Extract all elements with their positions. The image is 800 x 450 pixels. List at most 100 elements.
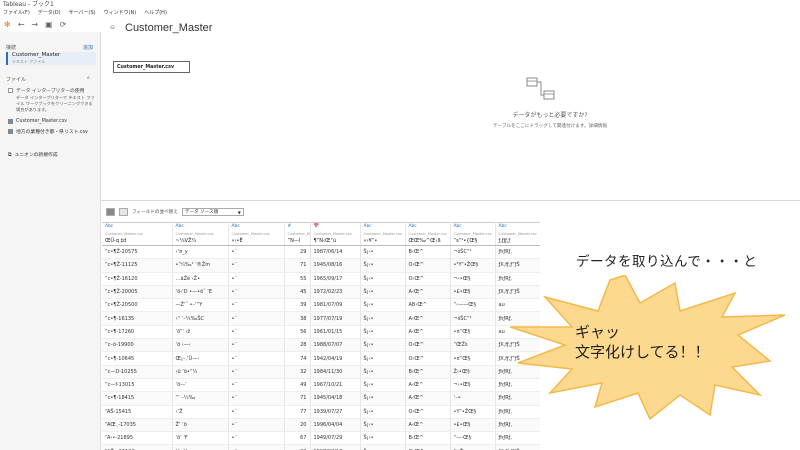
table-cell: 71 bbox=[284, 391, 311, 406]
table-cell: ¬šŠC“¹ bbox=[450, 311, 496, 326]
table-cell: •£•Œ§ bbox=[450, 418, 496, 433]
search-icon[interactable]: ⌕ bbox=[87, 75, 90, 81]
table-pill[interactable]: Customer_Master.csv bbox=[113, 61, 190, 73]
menu-bar: ファイル(F) データ(D) サーバー(S) ウィンドウ(N) ヘルプ(H) bbox=[0, 9, 800, 18]
table-cell: 67 bbox=[284, 431, 311, 446]
sort-fields-select[interactable]: データ ソース順 ▼ bbox=[181, 208, 244, 216]
table-cell: “c•¶-18415 bbox=[102, 391, 173, 406]
table-row: “c•¶-10645 Œ¡–‚‘Ü—‹ •¨ 74 1942/04/19 Š¡‹• O‹Œ^… bbox=[102, 351, 540, 366]
column-type: Abc bbox=[172, 222, 229, 231]
list-view-button[interactable] bbox=[119, 208, 128, 216]
grid-view-button[interactable] bbox=[106, 208, 115, 216]
file-item-region-list[interactable]: 地方の業種付き都・県リスト.csv bbox=[8, 128, 88, 135]
table-cell: •¨ bbox=[228, 285, 285, 300]
table-cell: 1965/09/17 bbox=[310, 272, 361, 286]
table-cell: “c•¶Ž-20575 bbox=[102, 245, 173, 260]
table-cell: ‘ö ‹—‹ bbox=[172, 338, 229, 353]
interpreter-checkbox-row[interactable]: データ インタープリターの使用 bbox=[8, 87, 84, 94]
column-name[interactable]: «‹¥”• bbox=[360, 236, 406, 246]
table-cell: ‘ö•¼ bbox=[172, 444, 229, 450]
interpreter-checkbox[interactable] bbox=[8, 88, 13, 93]
tableau-logo-icon[interactable]: ✻ bbox=[4, 20, 11, 30]
table-cell: 1945/08/16 bbox=[310, 258, 361, 273]
table-cell: •¤“Œ§ bbox=[450, 351, 496, 366]
table-cell: Ž‹•Œ§ bbox=[450, 365, 496, 379]
table-cell: 29 bbox=[284, 245, 311, 260]
table-cell: ‘–• bbox=[450, 391, 496, 406]
table-cell: 1997/02/17 bbox=[310, 444, 361, 450]
table-cell: 1961/01/15 bbox=[310, 325, 361, 340]
table-cell: B‹Œ^ bbox=[405, 365, 451, 379]
menu-item[interactable]: データ(D) bbox=[38, 9, 61, 18]
column-type: Abc bbox=[450, 222, 496, 231]
datasource-title[interactable]: Customer_Master bbox=[125, 22, 212, 34]
new-union-item[interactable]: ⧉ ユニオンの新規作成 bbox=[8, 151, 58, 159]
more-data-title: データがもっと必要ですか? bbox=[512, 112, 588, 119]
menu-item[interactable]: ヘルプ(H) bbox=[144, 9, 167, 18]
table-cell: 20 bbox=[284, 418, 311, 433]
column-type: Abc bbox=[405, 222, 451, 231]
table-cell: B‹Œ^ bbox=[405, 245, 451, 260]
table-cell: A‹Œ^ bbox=[405, 285, 451, 300]
table-cell: Š¡‹• bbox=[360, 285, 406, 300]
table-cell: Š¡‹• bbox=[360, 298, 406, 313]
column-name[interactable]: ”N—î bbox=[284, 236, 311, 246]
table-cell: 1996/04/04 bbox=[310, 418, 361, 433]
table-cell: Ž‘ ‘ö bbox=[172, 418, 229, 433]
table-cell: •£•Œ§ bbox=[450, 285, 496, 300]
table-cell: …ãŽé ‹Ž• bbox=[172, 272, 229, 286]
connection-name: Customer_Master bbox=[12, 52, 61, 58]
annotation-caption: データを取り込んで・・・と bbox=[576, 254, 758, 270]
column-type: Abc bbox=[102, 222, 173, 231]
table-cell: ¬‹•Œ§ bbox=[450, 272, 496, 286]
refresh-icon[interactable]: ⟳ bbox=[60, 20, 67, 30]
column-name[interactable]: ŒŒ‰^Œ‹ß bbox=[405, 236, 451, 246]
table-cell: 1942/04/19 bbox=[310, 351, 361, 366]
table-cell: “c•¶Ž-20500 bbox=[102, 298, 173, 313]
table-cell: Š¡‹• bbox=[360, 311, 406, 326]
table-row: “c•¶Ž-11125 •’¼‰¹ ‘®Žm •¨ 71 1945/08/16 Š¡‹• O… bbox=[102, 258, 540, 273]
menu-item[interactable]: ウィンドウ(N) bbox=[104, 9, 137, 18]
column-name[interactable]: ¶”N‹Œ“ú bbox=[310, 236, 361, 246]
column-name[interactable]: «‹•Ê bbox=[228, 236, 285, 246]
table-cell: ƒX‚fƒ‚ƒ”ƒŠ bbox=[495, 444, 540, 450]
forward-arrow-icon[interactable]: → bbox=[31, 20, 38, 30]
table-cell: 1977/07/19 bbox=[310, 311, 361, 326]
table-cell: O‹Œ^ bbox=[405, 272, 451, 286]
column-name[interactable]: ƒ‚ƒJƒ‚ƒ bbox=[495, 236, 540, 246]
connection-item[interactable]: Customer_Master テキスト ファイル bbox=[6, 52, 96, 65]
burst-text: ギャッ 文字化けしてる！！ bbox=[575, 322, 710, 362]
table-cell: Š¡‹• bbox=[360, 258, 406, 273]
table-cell: Š¡‹• bbox=[360, 391, 406, 406]
add-connection-link[interactable]: 追加 bbox=[83, 44, 93, 51]
table-row: “c—f-13015 ‘ö––‘ •¨ 49 1967/10/21 Š¡‹• A‹Œ^ ¬‹•… bbox=[102, 378, 540, 393]
type-row: Abc Abc Abc # 📅 Abc Abc Abc Abc bbox=[102, 222, 540, 231]
table-cell: 74 bbox=[284, 351, 311, 366]
table-row: “c•¶Ž-16120 …ãŽé ‹Ž• •¨ 55 1965/09/17 Š¡‹• O‹Œ… bbox=[102, 272, 540, 286]
file-item-customer-master[interactable]: Customer_Master.csv bbox=[8, 119, 67, 124]
back-arrow-icon[interactable]: ← bbox=[18, 20, 25, 30]
column-name[interactable]: “s“¹•{Œ§ bbox=[450, 236, 496, 246]
save-icon[interactable]: ▣ bbox=[45, 20, 53, 30]
table-cell: “ŒŽš bbox=[450, 338, 496, 353]
table-cell: 56 bbox=[284, 325, 311, 340]
menu-item[interactable]: サーバー(S) bbox=[69, 9, 96, 18]
table-cell: 1972/02/23 bbox=[310, 285, 361, 300]
menu-item[interactable]: ファイル(F) bbox=[3, 9, 30, 18]
column-type: # bbox=[284, 222, 311, 231]
table-cell: Š¡‹• bbox=[360, 245, 406, 260]
window-title: Tableau - ブック1 bbox=[3, 1, 54, 8]
table-cell: 39 bbox=[284, 298, 311, 313]
table-cell: Š¡‹• bbox=[360, 338, 406, 353]
table-cell: •¨ bbox=[228, 351, 285, 366]
pane-divider[interactable] bbox=[101, 200, 800, 201]
column-name[interactable]: ŒÜ-q ‡d bbox=[102, 236, 173, 246]
table-cell: •¨ bbox=[228, 405, 285, 419]
table-cell: “c•¶-17260 bbox=[102, 325, 173, 340]
table-cell: “c–ö-19900 bbox=[102, 338, 173, 353]
table-cell: B‹Œ^ bbox=[405, 431, 451, 446]
column-name[interactable]: ~¼VŽ¼ bbox=[172, 236, 229, 246]
table-cell: O‹Œ^ bbox=[405, 258, 451, 273]
connection-type: テキスト ファイル bbox=[12, 59, 46, 64]
table-cell: •¨ bbox=[228, 391, 285, 406]
